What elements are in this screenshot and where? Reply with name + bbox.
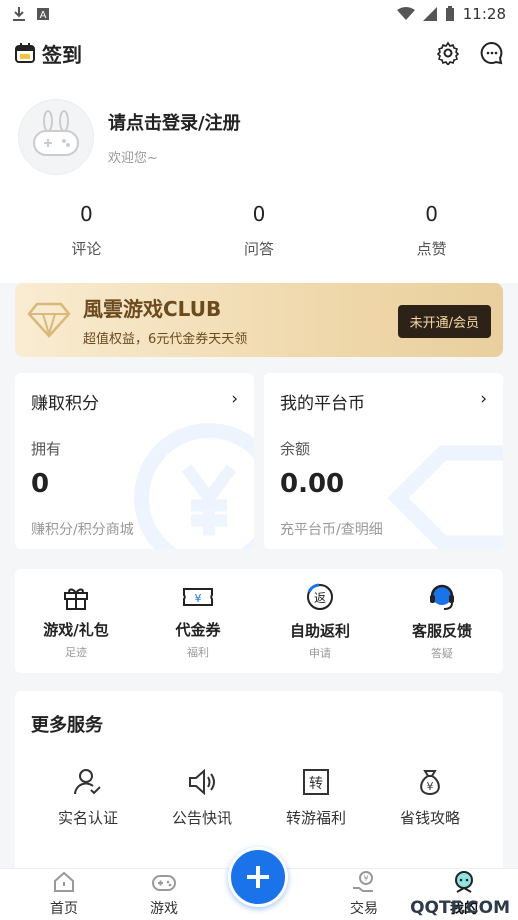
card-title: 我的平台币 <box>280 394 365 414</box>
shortcut-sub: 答疑 <box>431 646 453 660</box>
calendar-icon <box>15 43 35 63</box>
shortcut-sub: 申请 <box>309 646 331 660</box>
shortcut-label: 客服反馈 <box>411 621 472 640</box>
top-header: 签到 <box>0 28 518 78</box>
site-watermark: QQTF.COM <box>410 898 510 918</box>
wifi-icon <box>396 7 415 20</box>
bottom-nav: 首页 游戏 ¥ 交易 我的 QQTF.COM <box>0 847 518 920</box>
trade-icon: ¥ <box>353 871 373 892</box>
gamepad-rabbit-icon <box>33 110 79 156</box>
svg-text:¥: ¥ <box>195 592 202 605</box>
status-bar: A 11:28 <box>0 0 518 28</box>
shortcut-games-gifts[interactable]: 游戏/礼包 足迹 <box>26 583 126 660</box>
chevron-right-icon: › <box>231 389 238 409</box>
speaker-icon <box>189 768 215 796</box>
shortcut-coupons[interactable]: ¥ 代金券 福利 <box>148 583 248 660</box>
status-time: 11:28 <box>462 5 506 23</box>
stat-likes[interactable]: 0 点赞 <box>382 202 482 259</box>
nav-label: 首页 <box>50 901 78 917</box>
shortcut-label: 自助返利 <box>289 621 350 640</box>
stat-label: 评论 <box>71 240 102 258</box>
message-icon[interactable] <box>480 41 504 65</box>
shortcut-support[interactable]: 客服反馈 答疑 <box>392 582 492 661</box>
service-announcements[interactable]: 公告快讯 <box>152 767 252 828</box>
svg-text:返: 返 <box>314 591 326 605</box>
profile-active-icon <box>455 871 473 893</box>
stat-label: 问答 <box>243 240 274 258</box>
nav-trade[interactable]: ¥ 交易 <box>314 870 414 920</box>
coupon-icon: ¥ <box>183 587 213 606</box>
battery-icon <box>445 6 454 21</box>
stat-qa[interactable]: 0 问答 <box>209 202 309 259</box>
home-icon <box>54 871 74 892</box>
settings-gear-icon[interactable] <box>436 41 460 65</box>
shortcuts-row: 游戏/礼包 足迹 ¥ 代金券 福利 返 自助返利 申请 客服反馈 答疑 <box>15 569 503 673</box>
download-icon <box>13 7 25 21</box>
ticket-watermark-icon <box>387 445 503 549</box>
profile-section[interactable]: 请点击登录/注册 欢迎您~ <box>0 78 518 190</box>
service-transfer[interactable]: 转 转游福利 <box>266 767 366 828</box>
shortcut-rebate[interactable]: 返 自助返利 申请 <box>270 582 370 661</box>
nav-home[interactable]: 首页 <box>14 870 114 920</box>
svg-text:¥: ¥ <box>427 780 434 793</box>
service-label: 转游福利 <box>285 809 346 827</box>
avatar[interactable] <box>18 99 94 175</box>
services-title: 更多服务 <box>31 715 103 736</box>
headset-icon <box>430 584 454 610</box>
stats-row: 0 评论 0 问答 0 点赞 <box>0 190 518 273</box>
points-card[interactable]: 赚取积分 › 拥有 0 赚积分/积分商城 <box>15 373 254 549</box>
shortcut-label: 游戏/礼包 <box>43 620 109 639</box>
plus-icon <box>247 866 269 888</box>
gamepad-icon <box>152 875 176 891</box>
stat-label: 点赞 <box>416 240 447 258</box>
login-register-link[interactable]: 请点击登录/注册 <box>108 109 241 135</box>
service-label: 实名认证 <box>57 809 118 827</box>
club-desc: 超值权益，6元代金券天天领 <box>83 332 248 347</box>
shortcut-sub: 足迹 <box>65 645 87 659</box>
service-label: 公告快讯 <box>171 809 232 827</box>
stat-comments[interactable]: 0 评论 <box>36 202 136 259</box>
service-real-name[interactable]: 实名认证 <box>38 767 138 828</box>
spacer <box>0 273 518 283</box>
signal-icon <box>422 7 437 21</box>
checkin-button[interactable]: 签到 <box>14 39 82 68</box>
stat-value: 0 <box>425 202 438 226</box>
money-bag-icon: ¥ <box>420 770 440 796</box>
club-name: 風雲游戏CLUB <box>83 297 222 321</box>
shortcut-sub: 福利 <box>187 645 209 659</box>
svg-text:转: 转 <box>309 776 323 792</box>
nav-games[interactable]: 游戏 <box>114 870 214 920</box>
wallet-cards: 赚取积分 › 拥有 0 赚积分/积分商城 我的平台币 › 余额 0.00 充平台币/… <box>15 373 503 549</box>
coins-card[interactable]: 我的平台币 › 余额 0.00 充平台币/查明细 <box>264 373 503 549</box>
checkin-title: 签到 <box>42 42 82 67</box>
card-title: 赚取积分 <box>31 394 99 414</box>
svg-text:A: A <box>40 10 47 21</box>
gift-icon <box>64 588 88 610</box>
app-notification-icon: A <box>37 8 49 21</box>
stat-value: 0 <box>252 202 266 226</box>
chevron-right-icon: › <box>480 389 487 409</box>
nav-label: 游戏 <box>150 901 178 917</box>
diamond-icon <box>27 302 71 338</box>
svg-text:¥: ¥ <box>363 874 368 883</box>
service-money-tips[interactable]: ¥ 省钱攻略 <box>380 767 480 828</box>
club-membership-button[interactable]: 未开通/会员 <box>397 305 491 338</box>
rebate-icon: 返 <box>307 583 333 610</box>
stat-value: 0 <box>79 202 93 226</box>
welcome-text: 欢迎您~ <box>108 150 158 166</box>
yen-watermark-icon <box>134 423 254 549</box>
shortcut-label: 代金券 <box>175 620 221 639</box>
user-check-icon <box>74 769 101 795</box>
nav-label: 交易 <box>350 901 378 917</box>
add-fab-button[interactable] <box>228 847 288 907</box>
club-banner[interactable]: 風雲游戏CLUB 超值权益，6元代金券天天领 未开通/会员 <box>15 283 503 357</box>
transfer-icon: 转 <box>303 769 329 795</box>
service-label: 省钱攻略 <box>399 809 460 827</box>
